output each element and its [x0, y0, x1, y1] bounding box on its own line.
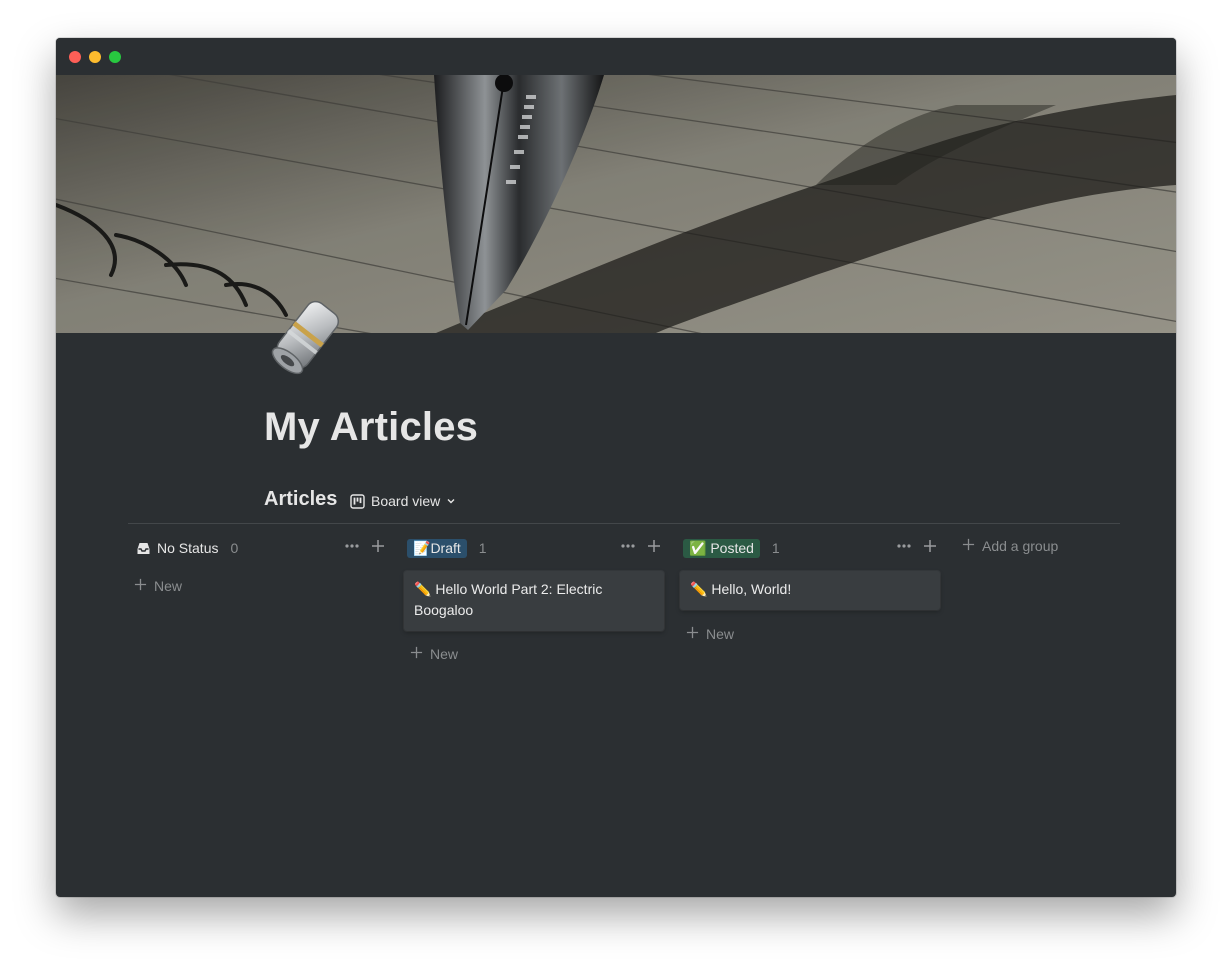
close-window-button[interactable]: [69, 51, 81, 63]
group-header-draft[interactable]: 📝Draft 1: [407, 537, 487, 559]
group-label: Posted: [710, 539, 754, 556]
group-count: 0: [230, 540, 239, 556]
check-mark-emoji: ✅: [689, 539, 707, 556]
new-card-button[interactable]: New: [686, 626, 734, 642]
add-card-icon[interactable]: [922, 538, 938, 554]
add-group-label: Add a group: [982, 538, 1059, 554]
window-titlebar: [56, 38, 1176, 75]
plus-icon: [410, 646, 423, 662]
status-tag-draft: 📝Draft: [407, 538, 467, 558]
group-header-no-status[interactable]: No Status 0: [136, 537, 238, 559]
pencil-emoji: ✏️: [690, 581, 708, 597]
memo-emoji: 📝: [413, 539, 431, 556]
add-card-icon[interactable]: [370, 538, 386, 554]
new-label: New: [706, 626, 735, 642]
add-card-icon[interactable]: [646, 538, 662, 554]
view-switcher[interactable]: Board view: [350, 491, 456, 511]
view-label: Board view: [371, 493, 441, 509]
fountain-pen-cover-image: [56, 75, 1176, 333]
maximize-window-button[interactable]: [109, 51, 121, 63]
group-count: 1: [478, 540, 487, 556]
toolbar-divider: [128, 523, 1120, 524]
group-actions: [620, 538, 662, 554]
group-actions: [344, 538, 386, 554]
chevron-down-icon: [446, 496, 456, 506]
plus-icon: [134, 578, 147, 594]
plus-icon: [686, 626, 699, 642]
minimize-window-button[interactable]: [89, 51, 101, 63]
new-card-button[interactable]: New: [134, 578, 182, 594]
database-title[interactable]: Articles: [264, 488, 337, 511]
add-group-button[interactable]: Add a group: [962, 538, 1058, 554]
new-card-button[interactable]: New: [410, 646, 458, 662]
group-label: No Status: [157, 540, 219, 556]
group-header-posted[interactable]: ✅ Posted 1: [683, 537, 780, 559]
new-label: New: [154, 578, 183, 594]
status-tag-posted: ✅ Posted: [683, 538, 760, 558]
board-card[interactable]: ✏️ Hello World Part 2: Electric Boogaloo: [404, 571, 664, 631]
board-card[interactable]: ✏️ Hello, World!: [680, 571, 940, 610]
card-title: Hello, World!: [711, 581, 792, 597]
inbox-icon: [136, 541, 151, 556]
cover-image[interactable]: [56, 75, 1176, 333]
more-options-icon[interactable]: [344, 538, 360, 554]
plus-icon: [962, 538, 975, 554]
more-options-icon[interactable]: [620, 538, 636, 554]
card-title: Hello World Part 2: Electric Boogaloo: [414, 581, 603, 618]
group-label: Draft: [430, 539, 461, 556]
more-options-icon[interactable]: [896, 538, 912, 554]
group-count: 1: [771, 540, 780, 556]
new-label: New: [430, 646, 459, 662]
page-title[interactable]: My Articles: [264, 405, 478, 450]
group-actions: [896, 538, 938, 554]
scroll-icon[interactable]: [260, 291, 352, 383]
board-view-icon: [350, 493, 365, 509]
app-window: My Articles Articles Board view No Statu…: [56, 38, 1176, 897]
pencil-emoji: ✏️: [414, 581, 432, 597]
